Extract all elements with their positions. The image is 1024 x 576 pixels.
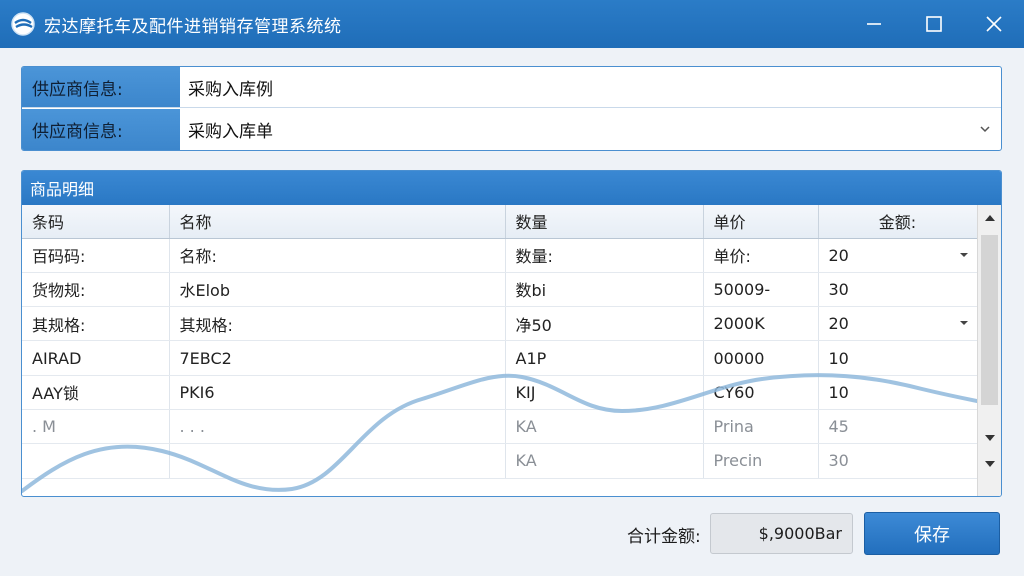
column-header-amount[interactable]: 金额: <box>818 205 978 239</box>
unit-price-cell[interactable]: CY60 <box>703 375 819 410</box>
barcode-cell[interactable]: 其规格: <box>22 306 170 342</box>
supplier-row: 供应商信息: 采购入库例 <box>22 67 1001 108</box>
amount-cell[interactable]: 20 <box>818 238 978 273</box>
name-cell[interactable]: . . . <box>169 409 506 445</box>
vertical-scrollbar[interactable] <box>977 205 1001 496</box>
scroll-down-icon[interactable] <box>984 433 996 443</box>
maximize-icon <box>926 16 942 32</box>
amount-cell[interactable]: 45 <box>818 409 978 445</box>
amount-cell[interactable]: 20 <box>818 306 978 342</box>
quantity-cell[interactable]: 数bi <box>505 272 704 308</box>
column-header-barcode[interactable]: 条码 <box>22 205 170 239</box>
table-row[interactable]: AAY锁 PKI6 KIJ CY60 10 <box>22 375 978 410</box>
save-button[interactable]: 保存 <box>864 512 1000 555</box>
title-bar: 宏达摩托车及配件进销销存管理系统统 <box>0 0 1024 48</box>
close-icon <box>986 16 1002 32</box>
minimize-icon <box>867 23 881 25</box>
close-button[interactable] <box>964 0 1024 48</box>
table-row[interactable]: AIRAD 7EBC2 A1P 00000 10 <box>22 340 978 376</box>
barcode-cell[interactable]: AIRAD <box>22 340 170 376</box>
quantity-cell[interactable]: KA <box>505 443 704 479</box>
maximize-button[interactable] <box>904 0 964 48</box>
scroll-down-icon[interactable] <box>984 459 996 469</box>
chevron-down-icon[interactable] <box>959 319 969 327</box>
table-row[interactable]: 其规格: 其规格: 净50 2000K 20 <box>22 306 978 342</box>
amount-value: 20 <box>828 245 849 265</box>
barcode-cell[interactable]: 百码码: <box>22 238 170 273</box>
quantity-cell[interactable]: A1P <box>505 340 704 376</box>
supplier-row: 供应商信息: 采购入库单 <box>22 109 1001 150</box>
amount-cell[interactable]: 10 <box>818 375 978 410</box>
supplier-info-panel: 供应商信息: 采购入库例 供应商信息: 采购入库单 <box>21 66 1002 151</box>
name-cell[interactable]: 名称: <box>169 238 506 273</box>
barcode-cell[interactable]: AAY锁 <box>22 375 170 410</box>
scrollbar-thumb[interactable] <box>981 235 998 405</box>
app-logo-icon <box>11 12 35 36</box>
unit-price-cell[interactable]: Prina <box>703 409 819 445</box>
table-header-row: 条码 名称 数量 单价 金额: <box>22 205 978 239</box>
column-header-quantity[interactable]: 数量 <box>505 205 704 239</box>
product-table: 条码 名称 数量 单价 金额: 百码码: 名称: 数量: 单价: 20 货物规:… <box>22 205 978 479</box>
table-row[interactable]: KA Precin 30 <box>22 443 978 479</box>
chevron-down-icon[interactable] <box>959 251 969 259</box>
minimize-button[interactable] <box>844 0 904 48</box>
quantity-cell[interactable]: 净50 <box>505 306 704 342</box>
chevron-down-icon[interactable] <box>979 123 991 135</box>
product-details-panel: 商品明细 条码 名称 数量 单价 金额: 百码码: 名称: 数量: 单价: 20… <box>21 170 1002 497</box>
table-row[interactable]: 百码码: 名称: 数量: 单价: 20 <box>22 238 978 273</box>
barcode-cell[interactable]: 货物规: <box>22 272 170 308</box>
supplier-value-field[interactable]: 采购入库例 <box>180 67 1001 107</box>
quantity-cell[interactable]: KA <box>505 409 704 445</box>
name-cell[interactable]: 其规格: <box>169 306 506 342</box>
barcode-cell[interactable]: . M <box>22 409 170 445</box>
amount-cell[interactable]: 30 <box>818 443 978 479</box>
quantity-cell[interactable]: KIJ <box>505 375 704 410</box>
unit-price-cell[interactable]: 2000K <box>703 306 819 342</box>
name-cell[interactable]: 7EBC2 <box>169 340 506 376</box>
amount-cell[interactable]: 10 <box>818 340 978 376</box>
unit-price-cell[interactable]: 单价: <box>703 238 819 273</box>
name-cell[interactable]: PKI6 <box>169 375 506 410</box>
panel-title: 商品明细 <box>22 171 1001 205</box>
column-header-name[interactable]: 名称 <box>169 205 506 239</box>
total-amount-label: 合计金额: <box>627 527 701 547</box>
amount-cell[interactable]: 30 <box>818 272 978 308</box>
window-title: 宏达摩托车及配件进销销存管理系统统 <box>44 16 342 37</box>
total-amount-field: $,9000Bar <box>710 513 853 554</box>
barcode-cell[interactable] <box>22 443 170 479</box>
table-row[interactable]: 货物规: 水Elob 数bi 50009- 30 <box>22 272 978 308</box>
table-row[interactable]: . M . . . KA Prina 45 <box>22 409 978 445</box>
name-cell[interactable] <box>169 443 506 479</box>
quantity-cell[interactable]: 数量: <box>505 238 704 273</box>
unit-price-cell[interactable]: Precin <box>703 443 819 479</box>
scroll-up-icon[interactable] <box>984 213 996 223</box>
unit-price-cell[interactable]: 00000 <box>703 340 819 376</box>
column-header-unit-price[interactable]: 单价 <box>703 205 819 239</box>
supplier-select[interactable]: 采购入库单 <box>180 109 1001 150</box>
amount-value: 20 <box>828 314 849 334</box>
supplier-label: 供应商信息: <box>22 67 180 107</box>
unit-price-cell[interactable]: 50009- <box>703 272 819 308</box>
supplier-label: 供应商信息: <box>22 109 180 150</box>
name-cell[interactable]: 水Elob <box>169 272 506 308</box>
